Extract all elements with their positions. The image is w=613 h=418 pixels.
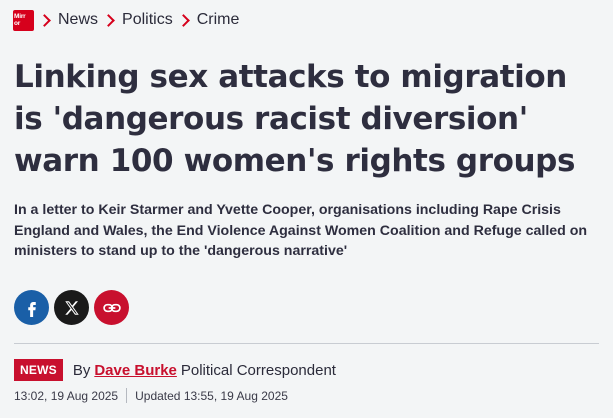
article-standfirst: In a letter to Keir Starmer and Yvette C… <box>14 202 588 259</box>
date-separator <box>126 388 128 403</box>
breadcrumb-news[interactable]: News <box>58 11 98 29</box>
breadcrumb: Mirr or News Politics Crime <box>13 8 239 32</box>
published-date: 13:02, 19 Aug 2025 <box>14 388 119 403</box>
share-buttons <box>14 290 129 325</box>
breadcrumb-crime[interactable]: Crime <box>197 11 240 29</box>
chevron-right-icon <box>102 13 115 27</box>
share-facebook-button[interactable] <box>14 290 49 325</box>
x-icon <box>64 300 79 315</box>
divider <box>14 343 599 344</box>
author-link[interactable]: Dave Burke <box>94 362 177 379</box>
link-icon <box>102 303 121 312</box>
copy-link-button[interactable] <box>94 290 129 325</box>
article-headline: Linking sex attacks to migration is 'dan… <box>14 59 576 179</box>
byline-by: By <box>72 361 91 379</box>
updated-date: Updated 13:55, 19 Aug 2025 <box>135 388 288 403</box>
share-x-button[interactable] <box>54 290 89 325</box>
logo-text-line1: Mirr <box>14 13 26 20</box>
category-badge[interactable]: NEWS <box>14 359 63 381</box>
logo-text-line2: or <box>14 20 21 27</box>
article-dates: 13:02, 19 Aug 2025 Updated 13:55, 19 Aug… <box>14 388 288 403</box>
facebook-icon <box>27 301 36 317</box>
byline: NEWS By Dave Burke Political Corresponde… <box>14 359 336 381</box>
author-role: Political Correspondent <box>180 361 336 379</box>
mirror-logo[interactable]: Mirr or <box>13 9 34 31</box>
chevron-right-icon <box>176 13 190 27</box>
breadcrumb-politics[interactable]: Politics <box>122 11 173 29</box>
chevron-right-icon <box>38 13 51 27</box>
